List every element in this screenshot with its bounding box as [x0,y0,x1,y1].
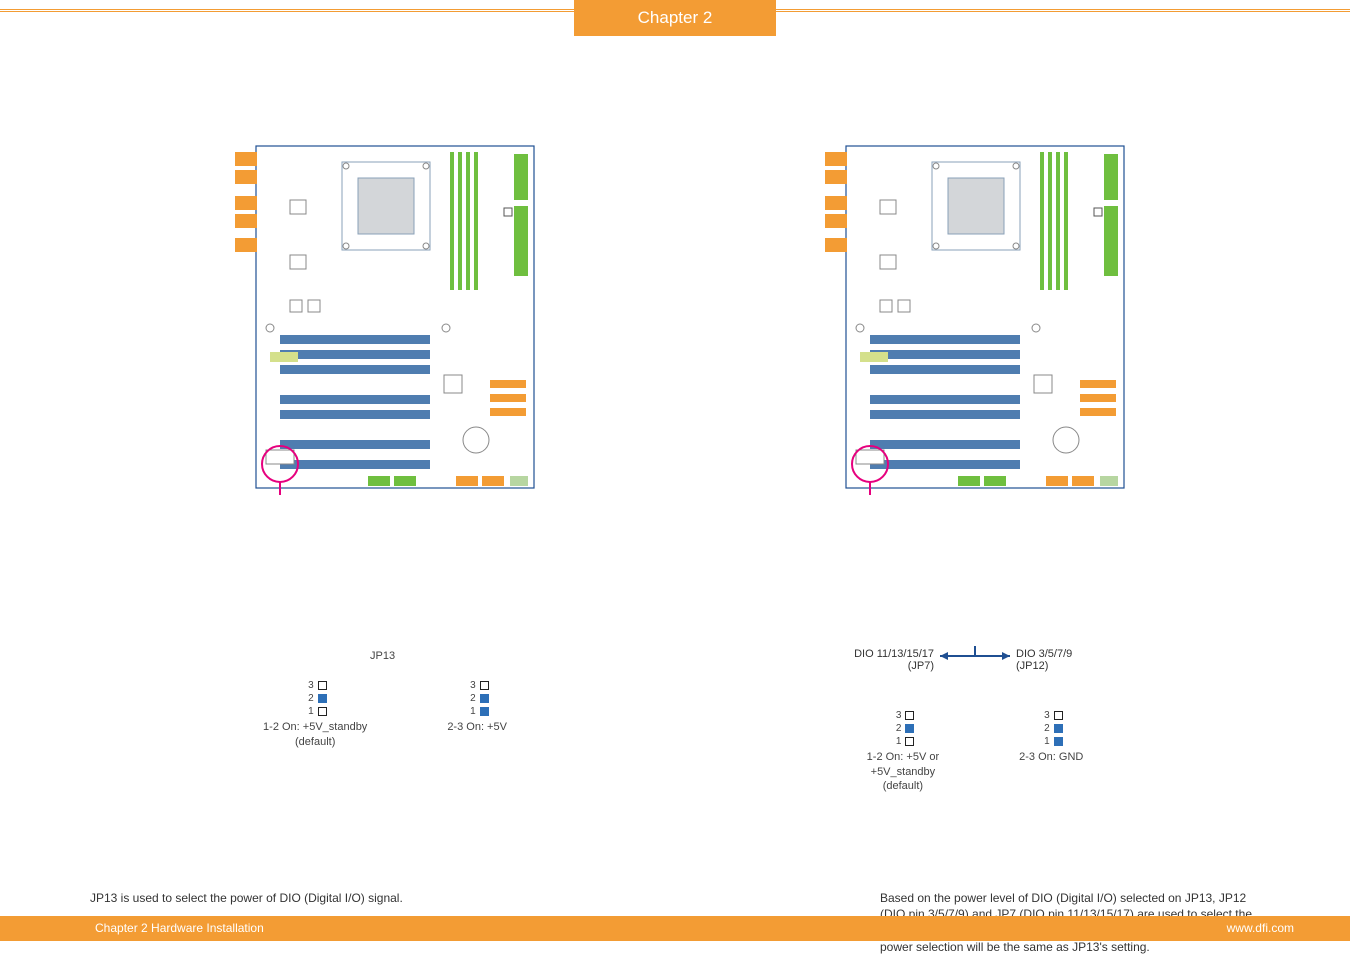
pin-num: 3 [1040,710,1050,721]
pin-num: 1 [1040,736,1050,747]
jumper-a-caption3: (default) [867,780,939,793]
jumper-a-caption1: 1-2 On: +5V_standby [263,721,367,734]
left-column: JP13 3 2 1 1-2 On: +5V_standby (default)… [90,140,680,500]
pin [905,711,914,720]
left-jumper-group: 3 2 1 1-2 On: +5V_standby (default) 3 2 … [90,680,680,748]
pin-num: 2 [891,723,901,734]
pin-num: 1 [466,706,476,717]
callout-right-l2: (JP12) [1016,660,1136,672]
jumper-a-pins: 3 2 1 [867,710,939,747]
pin [1054,711,1063,720]
jumper-a-pins: 3 2 1 [263,680,367,717]
pin [318,707,327,716]
jumper-a-caption2: +5V_standby [867,766,939,779]
jumper-b-caption1: 2-3 On: GND [1019,751,1083,764]
chapter-tab: Chapter 2 [574,0,776,36]
right-jumper-a: 3 2 1 1-2 On: +5V or +5V_standby (defaul… [867,710,939,793]
pin [1054,737,1063,746]
pin [480,681,489,690]
jumper-b-caption1: 2-3 On: +5V [447,721,507,734]
jumper-b-pins: 3 2 1 [1019,710,1083,747]
pin-num: 3 [891,710,901,721]
left-jumper-a: 3 2 1 1-2 On: +5V_standby (default) [263,680,367,748]
pin [1054,724,1063,733]
left-description: JP13 is used to select the power of DIO … [90,890,660,906]
pin-num: 2 [466,693,476,704]
pin [480,707,489,716]
callout-left-l1: DIO 11/13/15/17 [818,648,934,660]
jp13-label: JP13 [370,650,395,662]
header-band: Chapter 2 [0,0,1350,46]
jumper-a-caption1: 1-2 On: +5V or [867,751,939,764]
pin-num: 3 [304,680,314,691]
pin-num: 2 [1040,723,1050,734]
callout-left-l2: (JP7) [818,660,934,672]
right-column: DIO 11/13/15/17 (JP7) DIO 3/5/7/9 (JP12)… [680,140,1270,500]
pin [905,724,914,733]
jumper-a-caption2: (default) [263,736,367,749]
pin-num: 1 [891,736,901,747]
right-board-wrap [820,140,1130,500]
left-below-labels: JP13 3 2 1 1-2 On: +5V_standby (default)… [90,650,680,748]
pin-num: 2 [304,693,314,704]
footer-bar: Chapter 2 Hardware Installation www.dfi.… [0,916,1350,941]
right-below-labels: DIO 11/13/15/17 (JP7) DIO 3/5/7/9 (JP12)… [680,650,1270,793]
pin [318,681,327,690]
motherboard-diagram-right [820,140,1130,495]
right-jumper-group: 3 2 1 1-2 On: +5V or +5V_standby (defaul… [680,710,1270,793]
pin-num: 3 [466,680,476,691]
pin [480,694,489,703]
left-board-wrap [230,140,540,500]
pin-num: 1 [304,706,314,717]
jumper-b-pins: 3 2 1 [447,680,507,717]
footer-right: www.dfi.com [1227,921,1294,935]
motherboard-diagram-left [230,140,540,495]
callout-right: DIO 3/5/7/9 (JP12) [1016,648,1136,672]
callout-right-l1: DIO 3/5/7/9 [1016,648,1136,660]
left-jumper-b: 3 2 1 2-3 On: +5V [447,680,507,748]
pin [905,737,914,746]
right-jumper-b: 3 2 1 2-3 On: GND [1019,710,1083,793]
pin [318,694,327,703]
callout-left: DIO 11/13/15/17 (JP7) [818,648,934,672]
right-callout-row: DIO 11/13/15/17 (JP7) DIO 3/5/7/9 (JP12) [820,650,1130,666]
footer-left: Chapter 2 Hardware Installation [95,921,264,935]
page-root: Chapter 2 [0,0,1350,954]
